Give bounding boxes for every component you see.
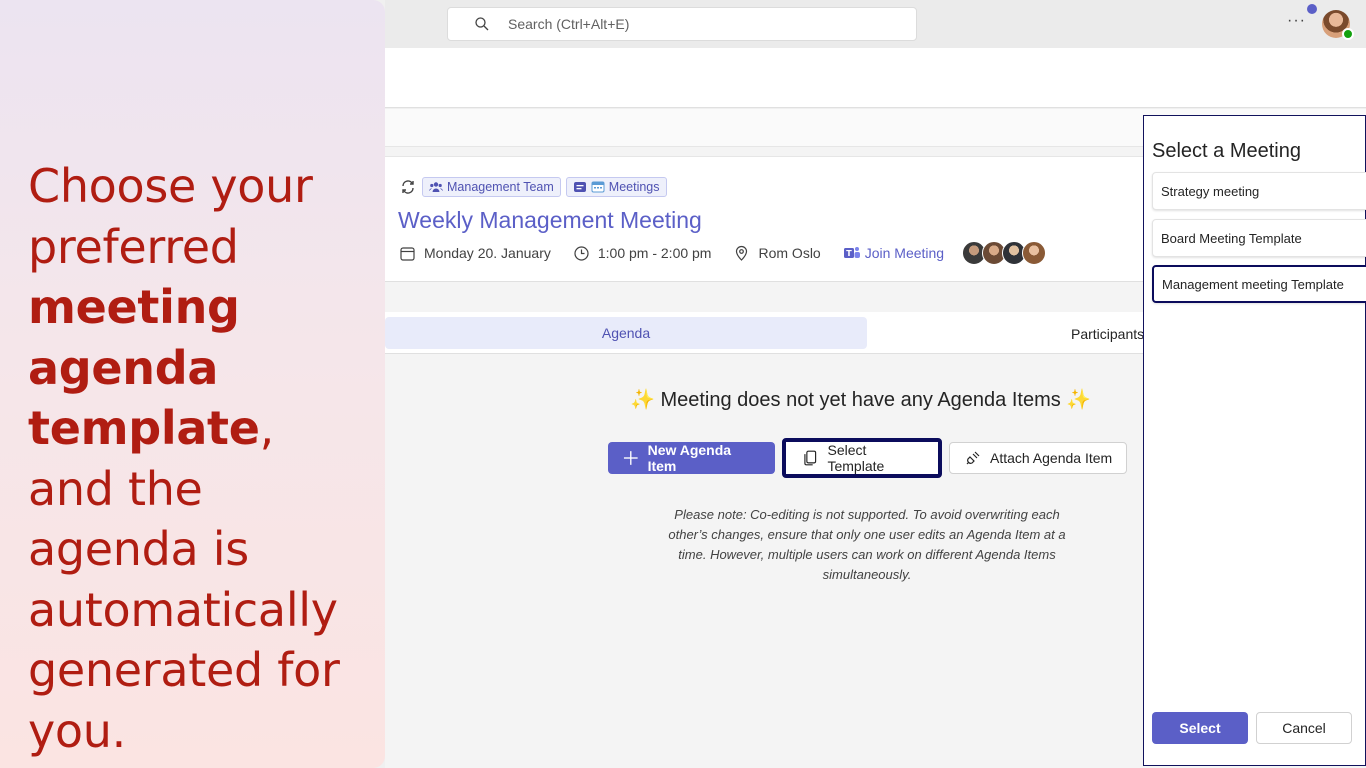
avatar[interactable]	[1022, 241, 1047, 265]
top-bar: Search (Ctrl+Alt+E) ···	[385, 0, 1366, 48]
meeting-option[interactable]: Board Meeting Template	[1152, 219, 1366, 257]
meeting-time: 1:00 pm - 2:00 pm	[573, 245, 712, 262]
search-box[interactable]: Search (Ctrl+Alt+E)	[447, 7, 917, 41]
participant-avatars[interactable]	[962, 241, 1047, 265]
select-template-label: Select Template	[827, 442, 885, 474]
new-agenda-item-button[interactable]: New Agenda Item	[608, 442, 775, 474]
join-meeting-label: Join Meeting	[864, 245, 945, 261]
team-icon	[429, 182, 443, 192]
clock-icon	[574, 245, 589, 261]
promo-headline: Choose your preferred meeting agenda tem…	[28, 156, 368, 761]
meeting-time-text: 1:00 pm - 2:00 pm	[597, 245, 712, 261]
channel-chip-label: Meetings	[608, 180, 660, 194]
plus-icon	[623, 451, 638, 465]
breadcrumb: Management Team Meetings	[399, 177, 667, 197]
select-template-button[interactable]: Select Template	[782, 438, 942, 478]
tab-participants[interactable]: Participants	[1071, 326, 1144, 342]
empty-state-title: ✨ Meeting does not yet have any Agenda I…	[630, 389, 1092, 411]
meeting-date-text: Monday 20. January	[424, 245, 551, 261]
teams-icon: T	[843, 247, 860, 258]
join-meeting-link[interactable]: T Join Meeting	[843, 244, 944, 262]
select-meeting-dialog: Select a Meeting Strategy meeting Board …	[1143, 115, 1366, 766]
attach-agenda-item-label: Attach Agenda Item	[990, 450, 1113, 466]
recurring-icon	[402, 180, 414, 194]
meeting-details: Monday 20. January 1:00 pm - 2:00 pm Rom…	[399, 241, 1047, 265]
co-editing-note: Please note: Co-editing is not supported…	[668, 507, 1066, 582]
presence-available-icon	[1342, 28, 1354, 40]
team-chip[interactable]: Management Team	[422, 177, 561, 197]
page-title: Weekly Management Meeting	[398, 207, 702, 233]
location-icon	[736, 245, 748, 261]
search-input[interactable]: Search (Ctrl+Alt+E)	[508, 16, 629, 32]
cancel-button[interactable]: Cancel	[1256, 712, 1352, 744]
meeting-option[interactable]: Strategy meeting	[1152, 172, 1366, 210]
select-button[interactable]: Select	[1152, 712, 1248, 744]
channel-chip[interactable]: Meetings	[565, 177, 667, 197]
tab-agenda[interactable]: Agenda	[385, 317, 867, 349]
app-header	[385, 48, 1366, 108]
promo-bold: meeting agenda template	[28, 280, 260, 455]
notification-dot	[1307, 4, 1317, 14]
agenda-actions: New Agenda Item Select Template Attach A…	[608, 438, 1128, 478]
meeting-date: Monday 20. January	[399, 245, 551, 262]
more-options-icon[interactable]: ···	[1287, 12, 1306, 30]
meeting-option-selected[interactable]: Management meeting Template	[1152, 265, 1366, 303]
dialog-actions: Select Cancel	[1152, 712, 1352, 744]
new-agenda-item-label: New Agenda Item	[647, 442, 732, 474]
promo-panel: Choose your preferred meeting agenda tem…	[0, 0, 385, 768]
meeting-location: Rom Oslo	[733, 245, 821, 262]
search-icon	[475, 17, 489, 31]
dialog-title: Select a Meeting	[1152, 140, 1301, 162]
svg-text:T: T	[846, 249, 852, 258]
calendar-icon	[400, 246, 415, 261]
plug-icon	[966, 451, 980, 465]
copy-icon	[804, 450, 817, 466]
attach-agenda-item-button[interactable]: Attach Agenda Item	[949, 442, 1128, 474]
calendar-grid-icon	[591, 181, 605, 193]
meeting-location-text: Rom Oslo	[758, 245, 821, 261]
channel-icon	[573, 182, 586, 192]
promo-prefix: Choose your preferred	[28, 159, 313, 274]
team-chip-label: Management Team	[447, 180, 554, 194]
